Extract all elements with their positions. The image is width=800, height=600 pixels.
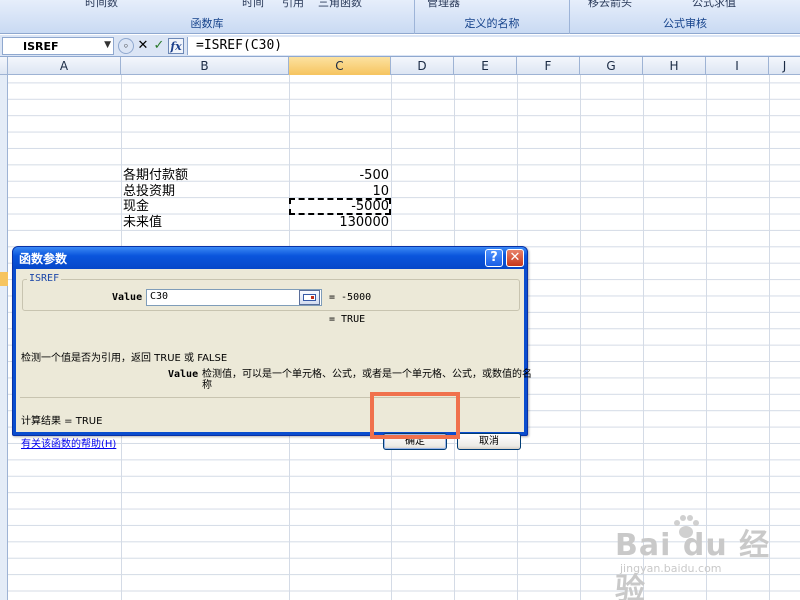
- gridline: [580, 75, 581, 600]
- cell-value-payment[interactable]: -500: [291, 168, 389, 184]
- enter-entry-icon[interactable]: ✓: [151, 38, 167, 54]
- column-header-i[interactable]: I: [706, 57, 769, 75]
- parameter-description: 检测值，可以是一个单元格、公式，或者是一个单元格、公式，或数值的名称: [202, 369, 532, 391]
- row-headers: [0, 75, 8, 600]
- cancel-entry-icon[interactable]: ✕: [135, 38, 151, 54]
- function-description: 检测一个值是否为引用，返回 TRUE 或 FALSE: [21, 353, 228, 364]
- formula-bar: ISREF ▼ ◦ ✕ ✓ fx =ISREF(C30): [0, 35, 800, 57]
- dialog-titlebar[interactable]: 函数参数 ? ✕: [13, 247, 527, 269]
- ribbon-item-time[interactable]: 时间: [242, 0, 264, 10]
- tutorial-highlight-box: [370, 392, 460, 439]
- name-box-value: ISREF: [23, 40, 59, 53]
- insert-function-button[interactable]: fx: [168, 38, 184, 54]
- column-header-j[interactable]: J: [769, 57, 800, 75]
- collapse-dialog-icon: [303, 294, 316, 301]
- cell-value-future-value[interactable]: 130000: [291, 215, 389, 231]
- ribbon: 时间数 时间 引用 三角函数 函数库 管理器 定义的名称 移去箭头 公式求值 公…: [0, 0, 800, 34]
- baidu-watermark: Bai du 经验 jingyan.baidu.com: [615, 515, 785, 600]
- column-header-c[interactable]: C: [289, 57, 391, 75]
- close-button[interactable]: ✕: [506, 249, 524, 267]
- ribbon-item-remove-arrows[interactable]: 移去箭头: [588, 0, 632, 10]
- copy-marquee: [289, 198, 391, 215]
- cell-label-cash[interactable]: 现金: [123, 199, 149, 215]
- parameter-name: Value: [168, 369, 199, 380]
- cell-label-payment[interactable]: 各期付款额: [123, 168, 188, 184]
- cancel-button[interactable]: 取消: [457, 433, 521, 450]
- argument-evaluation: = -5000: [329, 292, 372, 303]
- cell-label-periods[interactable]: 总投资期: [123, 184, 175, 200]
- cell-label-future-value[interactable]: 未来值: [123, 215, 162, 231]
- ribbon-item-evaluate-formula[interactable]: 公式求值: [692, 0, 736, 10]
- column-header-h[interactable]: H: [643, 57, 706, 75]
- ribbon-group-title: 函数库: [190, 17, 224, 30]
- column-headers: A B C D E F G H I J: [0, 57, 800, 75]
- column-header-f[interactable]: F: [517, 57, 580, 75]
- column-header-b[interactable]: B: [121, 57, 289, 75]
- help-button[interactable]: ?: [485, 249, 503, 267]
- function-help-link[interactable]: 有关该函数的帮助(H): [21, 435, 116, 450]
- result-evaluation: = TRUE: [329, 314, 366, 325]
- ribbon-group-title: 定义的名称: [464, 17, 520, 30]
- function-name-label: ISREF: [27, 273, 62, 284]
- collapse-dialog-button[interactable]: [299, 290, 320, 305]
- chevron-down-icon[interactable]: ▼: [104, 40, 111, 50]
- column-header-e[interactable]: E: [454, 57, 517, 75]
- ribbon-group-title: 公式审核: [663, 17, 707, 30]
- dialog-title: 函数参数: [19, 252, 68, 266]
- watermark-url: jingyan.baidu.com: [620, 562, 722, 575]
- formula-bar-resize-icon[interactable]: ◦: [118, 38, 134, 54]
- argument-input[interactable]: C30: [146, 289, 322, 306]
- ribbon-group-function-library: 时间数 时间 引用 三角函数 函数库: [0, 0, 415, 34]
- ribbon-item-name-manager[interactable]: 管理器: [427, 0, 460, 10]
- watermark-brand: Bai du 经验: [615, 528, 771, 600]
- excel-window: 时间数 时间 引用 三角函数 函数库 管理器 定义的名称 移去箭头 公式求值 公…: [0, 0, 800, 600]
- argument-label: Value: [112, 292, 143, 303]
- ribbon-group-formula-auditing: 移去箭头 公式求值 公式审核: [570, 0, 800, 34]
- formula-input[interactable]: =ISREF(C30): [187, 37, 800, 55]
- ribbon-items: 时间数 时间 引用 三角函数: [0, 0, 414, 10]
- formula-result: 计算结果 = TRUE: [21, 416, 103, 427]
- selected-row-marker: [0, 272, 8, 286]
- ribbon-item-time-fn[interactable]: 时间数: [85, 0, 118, 10]
- column-header-d[interactable]: D: [391, 57, 454, 75]
- column-header-a[interactable]: A: [8, 57, 121, 75]
- ribbon-items: 移去箭头 公式求值: [570, 0, 800, 10]
- column-header-g[interactable]: G: [580, 57, 643, 75]
- name-box[interactable]: ISREF ▼: [2, 37, 114, 55]
- ribbon-item-lookup[interactable]: 引用: [282, 0, 304, 10]
- ribbon-item-math[interactable]: 三角函数: [318, 0, 362, 10]
- ribbon-group-defined-names: 管理器 定义的名称: [415, 0, 570, 34]
- ribbon-items: 管理器: [415, 0, 569, 10]
- select-all-corner[interactable]: [0, 57, 8, 75]
